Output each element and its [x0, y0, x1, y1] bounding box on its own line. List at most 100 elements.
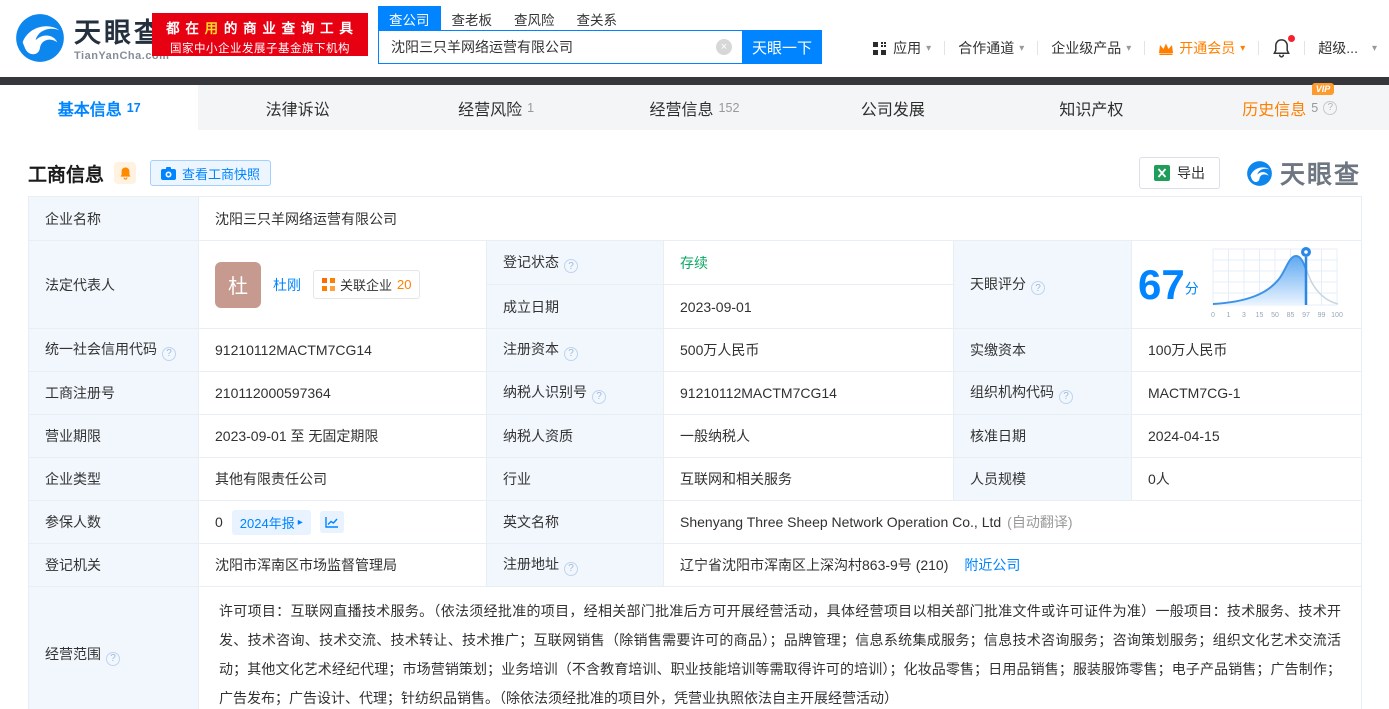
insured-count-label: 参保人数 [28, 500, 199, 544]
nav-divider [1258, 41, 1260, 55]
score-value: 67 [1138, 260, 1185, 308]
trend-chart-icon[interactable] [319, 511, 344, 533]
reg-number-value: 210112000597364 [198, 371, 487, 415]
nav-apps[interactable]: 应用 ▾ [872, 38, 931, 58]
score-label: 天眼评分? [953, 240, 1132, 329]
svg-text:97: 97 [1302, 312, 1310, 319]
tab-history-info[interactable]: 历史信息 VIP 5 ? [1191, 82, 1389, 130]
help-icon[interactable]: ? [1323, 100, 1338, 115]
search-tab-company[interactable]: 查公司 [378, 6, 441, 30]
annual-report-badge[interactable]: 2024年报 ▸ [231, 509, 311, 535]
nav-enterprise-products[interactable]: 企业级产品 ▾ [1051, 38, 1131, 58]
company-name-value: 沈阳三只羊网络运营有限公司 [198, 196, 1362, 241]
paid-capital-value: 100万人民币 [1131, 328, 1362, 372]
industry-value: 互联网和相关服务 [663, 457, 954, 501]
related-companies-badge[interactable]: 关联企业 20 [313, 270, 421, 299]
company-type-value: 其他有限责任公司 [198, 457, 487, 501]
tab-operating-risk[interactable]: 经营风险 1 [397, 85, 595, 130]
score-distribution-chart: 0 1 3 15 50 85 97 99 100 [1209, 245, 1344, 324]
insured-count-value: 0 [215, 514, 223, 530]
nav-cooperation[interactable]: 合作通道 ▾ [958, 38, 1024, 58]
table-row: 企业类型 其他有限责任公司 行业 互联网和相关服务 人员规模 0人 [28, 457, 1362, 501]
search-tab-boss[interactable]: 查老板 [441, 6, 504, 30]
business-scope-value: 许可项目：互联网直播技术服务。（依法须经批准的项目，经相关部门批准后方可开展经营… [198, 586, 1362, 709]
chevron-down-icon: ▾ [1126, 42, 1132, 54]
table-row: 经营范围? 许可项目：互联网直播技术服务。（依法须经批准的项目，经相关部门批准后… [28, 586, 1362, 709]
search-tab-relation[interactable]: 查关系 [566, 6, 629, 30]
svg-text:99: 99 [1317, 312, 1325, 319]
help-icon[interactable]: ? [564, 259, 578, 274]
chevron-down-icon: ▾ [1371, 42, 1377, 54]
search-input[interactable] [378, 30, 742, 64]
business-snapshot-button[interactable]: 查看工商快照 [150, 160, 272, 186]
insured-count-cell: 0 2024年报 ▸ [198, 500, 487, 544]
subscribe-bell-icon[interactable] [114, 162, 137, 184]
slogan-line1: 都 在 用 的 商 业 查 询 工 具 [166, 21, 354, 36]
paid-capital-label: 实缴资本 [953, 328, 1132, 372]
nav-open-membership[interactable]: 开通会员 ▾ [1158, 38, 1245, 58]
help-icon[interactable]: ? [564, 346, 578, 361]
tab-intellectual-property[interactable]: 知识产权 [992, 85, 1190, 130]
score-unit: 分 [1184, 279, 1199, 296]
clear-icon[interactable]: × [716, 39, 732, 55]
notification-dot [1288, 35, 1296, 42]
help-icon[interactable]: ? [592, 389, 606, 404]
industry-label: 行业 [486, 457, 664, 501]
company-type-label: 企业类型 [28, 457, 199, 501]
approval-date-label: 核准日期 [953, 414, 1132, 458]
nav-divider [1304, 41, 1306, 55]
watermark-logo: 天眼查 [1246, 155, 1361, 191]
svg-text:0: 0 [1211, 312, 1215, 319]
network-graph-icon [322, 278, 335, 291]
tab-basic-info[interactable]: 基本信息 17 [0, 85, 199, 130]
table-row: 营业期限 2023-09-01 至 无固定期限 纳税人资质 一般纳税人 核准日期… [28, 414, 1362, 458]
reg-status-value: 存续 [663, 240, 954, 285]
help-icon[interactable]: ? [106, 651, 120, 666]
auto-translate-note: (自动翻译) [1007, 514, 1073, 530]
help-icon[interactable]: ? [1059, 389, 1073, 404]
reg-status-label: 登记状态? [486, 240, 664, 285]
credit-code-label: 统一社会信用代码? [28, 328, 199, 372]
tab-operating-info[interactable]: 经营信息 152 [595, 85, 793, 130]
nav-super-vip[interactable]: 超级... ▾ [1318, 38, 1377, 58]
crown-icon [1158, 42, 1174, 55]
logo-swirl-icon [1246, 160, 1273, 187]
legal-rep-cell: 杜 杜刚 关联企业 20 [198, 240, 487, 329]
search-tab-risk[interactable]: 查风险 [503, 6, 566, 30]
tianyancha-logo[interactable]: 天眼查 TianYanCha.com [14, 12, 169, 69]
business-term-label: 营业期限 [28, 414, 199, 458]
tab-legal-proceedings[interactable]: 法律诉讼 [198, 85, 396, 130]
svg-text:15: 15 [1255, 312, 1263, 319]
legal-rep-link[interactable]: 杜刚 [273, 275, 301, 295]
search-area: 查公司 查老板 查风险 查关系 × 天眼一下 [378, 6, 822, 64]
svg-text:85: 85 [1286, 312, 1294, 319]
help-icon[interactable]: ? [162, 346, 176, 361]
help-icon[interactable]: ? [564, 561, 578, 576]
tab-company-development[interactable]: 公司发展 [794, 85, 992, 130]
notification-bell-icon[interactable] [1272, 35, 1296, 58]
org-code-value: MACTM7CG-1 [1131, 371, 1362, 415]
search-button[interactable]: 天眼一下 [742, 30, 822, 64]
page: 天眼查 TianYanCha.com 都 在 用 的 商 业 查 询 工 具 国… [0, 0, 1389, 709]
slogan-banner: 都 在 用 的 商 业 查 询 工 具 国家中小企业发展子基金旗下机构 [152, 13, 368, 56]
taxpayer-quality-label: 纳税人资质 [486, 414, 664, 458]
company-name-label: 企业名称 [28, 196, 199, 241]
apps-grid-icon [872, 41, 887, 56]
help-icon[interactable]: ? [1031, 281, 1045, 296]
business-scope-label: 经营范围? [28, 586, 199, 709]
reg-address-cell: 辽宁省沈阳市浑南区上深沟村863-9号 (210) 附近公司 [663, 543, 1362, 587]
section-title: 工商信息 [28, 164, 105, 186]
reg-authority-label: 登记机关 [28, 543, 199, 587]
nav-divider [1144, 41, 1146, 55]
export-button[interactable]: 导出 [1138, 157, 1220, 189]
reg-address-label: 注册地址? [486, 543, 664, 587]
camera-icon [161, 166, 177, 180]
dark-divider-bar [0, 77, 1389, 85]
logo-swirl-icon [14, 12, 66, 69]
english-name-label: 英文名称 [486, 500, 664, 544]
reg-capital-label: 注册资本? [486, 328, 664, 372]
table-row: 参保人数 0 2024年报 ▸ 英文名称 Shenyang Three Sheep… [28, 500, 1362, 544]
business-term-value: 2023-09-01 至 无固定期限 [198, 414, 487, 458]
avatar[interactable]: 杜 [215, 261, 261, 308]
nearby-companies-link[interactable]: 附近公司 [964, 557, 1020, 573]
